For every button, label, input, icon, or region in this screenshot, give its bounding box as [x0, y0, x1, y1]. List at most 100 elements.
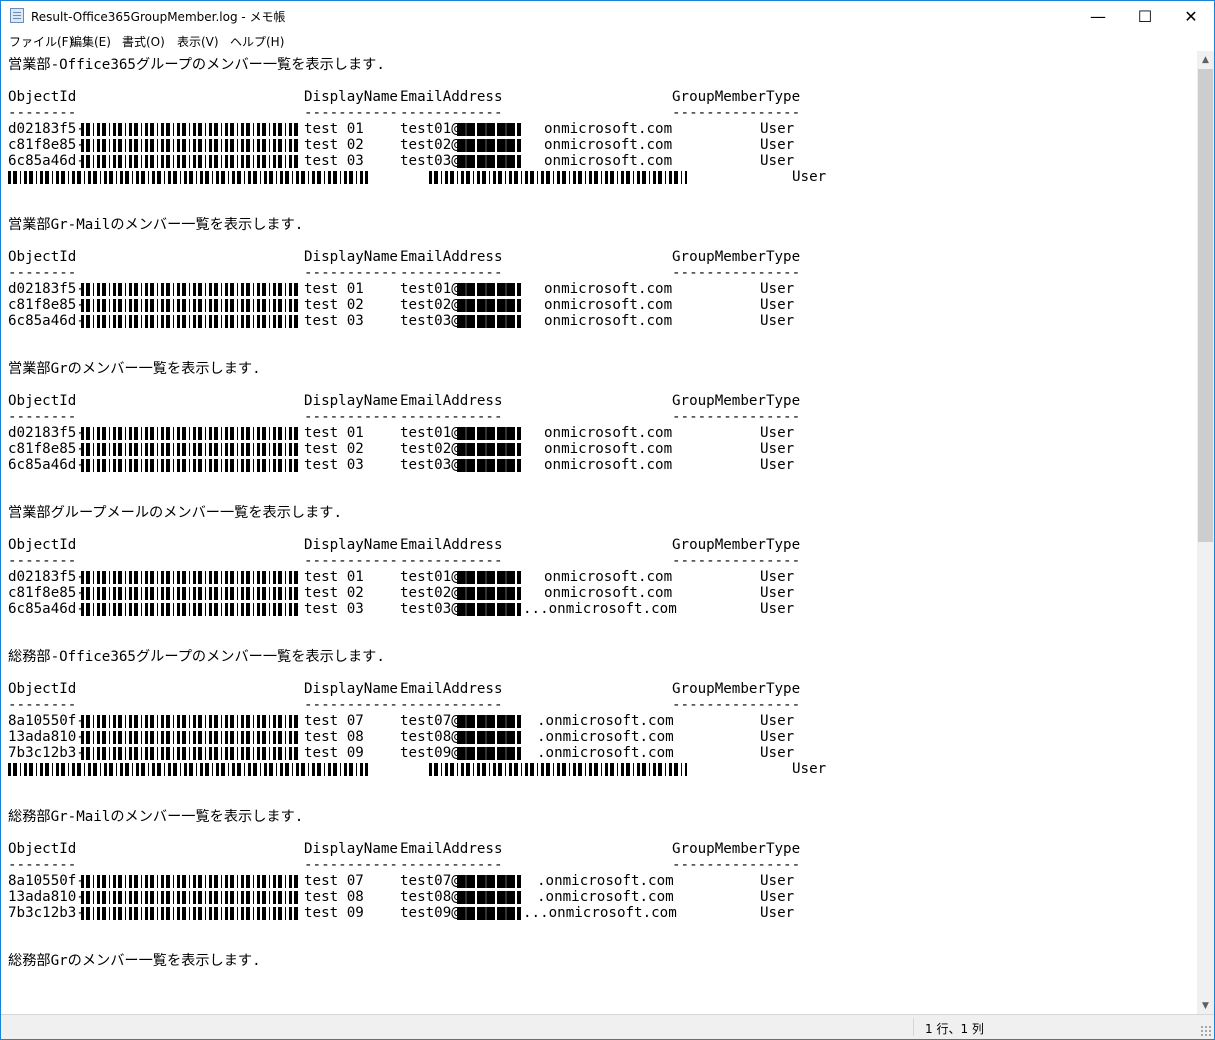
- display-name: test 02: [304, 297, 364, 313]
- column-header-objectid: ObjectId: [8, 393, 77, 409]
- display-name: test 08: [304, 729, 364, 745]
- object-id-prefix: 7b3c12b3-: [8, 905, 85, 921]
- header-underline: ---------------: [672, 553, 801, 569]
- window-title: Result-Office365GroupMember.log - メモ帳: [31, 10, 286, 24]
- header-underline: ---------------: [672, 697, 801, 713]
- column-header-type: GroupMemberType: [672, 89, 801, 105]
- object-id-prefix: 6c85a46d-: [8, 313, 85, 329]
- header-underline: ------------: [400, 553, 503, 569]
- member-type: User: [760, 585, 795, 601]
- header-underline: --------: [8, 857, 77, 873]
- menu-view[interactable]: 表示(V): [177, 33, 219, 50]
- maximize-button[interactable]: ☐: [1122, 1, 1168, 31]
- redacted-email: [457, 747, 521, 760]
- redacted-email: [457, 875, 521, 888]
- column-header-displayname: DisplayName: [304, 681, 398, 697]
- resize-grip-icon[interactable]: [1200, 1025, 1212, 1037]
- email-user: test09@: [400, 905, 460, 921]
- title-bar[interactable]: Result-Office365GroupMember.log - メモ帳 — …: [1, 1, 1214, 31]
- header-underline: -----------: [304, 409, 398, 425]
- redacted-object-id: [81, 443, 299, 456]
- redacted-object-id: [81, 907, 299, 920]
- notepad-icon: [10, 8, 24, 23]
- menu-bar: ファイル(F) 編集(E) 書式(O) 表示(V) ヘルプ(H): [1, 31, 1214, 51]
- column-header-displayname: DisplayName: [304, 393, 398, 409]
- member-type: User: [760, 441, 795, 457]
- notepad-window: Result-Office365GroupMember.log - メモ帳 — …: [0, 0, 1215, 1040]
- menu-edit[interactable]: 編集(E): [70, 33, 111, 50]
- scrollbar-thumb[interactable]: [1198, 69, 1213, 542]
- redacted-email: [457, 299, 521, 312]
- redacted-email: [457, 443, 521, 456]
- redacted-email: [457, 907, 521, 920]
- email-user: test02@: [400, 585, 460, 601]
- redacted-object-id: [81, 875, 299, 888]
- object-id-prefix: 6c85a46d-: [8, 457, 85, 473]
- display-name: test 01: [304, 569, 364, 585]
- header-underline: ---------------: [672, 857, 801, 873]
- email-domain: .onmicrosoft.com: [537, 713, 674, 729]
- redacted-object-id: [81, 427, 299, 440]
- column-header-displayname: DisplayName: [304, 249, 398, 265]
- member-type: User: [760, 905, 795, 921]
- member-type: User: [760, 297, 795, 313]
- scroll-up-icon[interactable]: ▲: [1197, 51, 1214, 68]
- email-domain: .onmicrosoft.com: [537, 889, 674, 905]
- object-id-prefix: d02183f5-: [8, 121, 85, 137]
- redacted-object-id: [81, 299, 299, 312]
- email-user: test01@: [400, 281, 460, 297]
- member-type: User: [760, 745, 795, 761]
- display-name: test 03: [304, 313, 364, 329]
- column-header-type: GroupMemberType: [672, 841, 801, 857]
- redacted-object-id: [81, 283, 299, 296]
- redacted-email: [457, 731, 521, 744]
- header-underline: -----------: [304, 105, 398, 121]
- redacted-object-id: [81, 715, 299, 728]
- column-header-email: EmailAddress: [400, 841, 503, 857]
- section-title: 営業部グループメールのメンバー一覧を表示します.: [8, 505, 343, 521]
- object-id-prefix: 8a10550f-: [8, 873, 85, 889]
- column-header-objectid: ObjectId: [8, 89, 77, 105]
- scroll-down-icon[interactable]: ▼: [1197, 997, 1214, 1014]
- email-domain: .onmicrosoft.com: [537, 729, 674, 745]
- email-domain: .onmicrosoft.com: [537, 745, 674, 761]
- email-domain: onmicrosoft.com: [544, 137, 673, 153]
- header-underline: -----------: [304, 857, 398, 873]
- display-name: test 08: [304, 889, 364, 905]
- redacted-object-id: [81, 747, 299, 760]
- email-user: test01@: [400, 425, 460, 441]
- email-user: test01@: [400, 121, 460, 137]
- object-id-prefix: 6c85a46d-: [8, 601, 85, 617]
- member-type: User: [760, 873, 795, 889]
- header-underline: -----------: [304, 265, 398, 281]
- close-button[interactable]: ✕: [1168, 1, 1214, 31]
- display-name: test 02: [304, 441, 364, 457]
- menu-file[interactable]: ファイル(F): [9, 33, 73, 50]
- redacted-email: [457, 603, 521, 616]
- text-editor[interactable]: 営業部-Office365グループのメンバー一覧を表示します. ObjectId D…: [1, 51, 1197, 1014]
- vertical-scrollbar[interactable]: ▲ ▼: [1197, 51, 1214, 1014]
- section-title: 総務部-Office365グループのメンバー一覧を表示します.: [8, 649, 385, 665]
- menu-format[interactable]: 書式(O): [122, 33, 165, 50]
- display-name: test 09: [304, 745, 364, 761]
- redacted-email: [457, 283, 521, 296]
- redacted-object-id: [81, 139, 299, 152]
- redacted-email: [457, 315, 521, 328]
- redacted-email: [457, 587, 521, 600]
- column-header-type: GroupMemberType: [672, 537, 801, 553]
- column-header-objectid: ObjectId: [8, 537, 77, 553]
- section-title: 総務部Grのメンバー一覧を表示します.: [8, 953, 261, 969]
- email-user: test03@: [400, 457, 460, 473]
- email-user: test02@: [400, 297, 460, 313]
- minimize-button[interactable]: —: [1075, 1, 1121, 31]
- redacted-email: [457, 139, 521, 152]
- display-name: test 07: [304, 873, 364, 889]
- member-type: User: [760, 713, 795, 729]
- header-underline: --------: [8, 553, 77, 569]
- email-domain: onmicrosoft.com: [544, 425, 673, 441]
- section-title: 営業部Grのメンバー一覧を表示します.: [8, 361, 261, 377]
- display-name: test 07: [304, 713, 364, 729]
- header-underline: --------: [8, 265, 77, 281]
- object-id-prefix: d02183f5-: [8, 425, 85, 441]
- menu-help[interactable]: ヘルプ(H): [230, 33, 284, 50]
